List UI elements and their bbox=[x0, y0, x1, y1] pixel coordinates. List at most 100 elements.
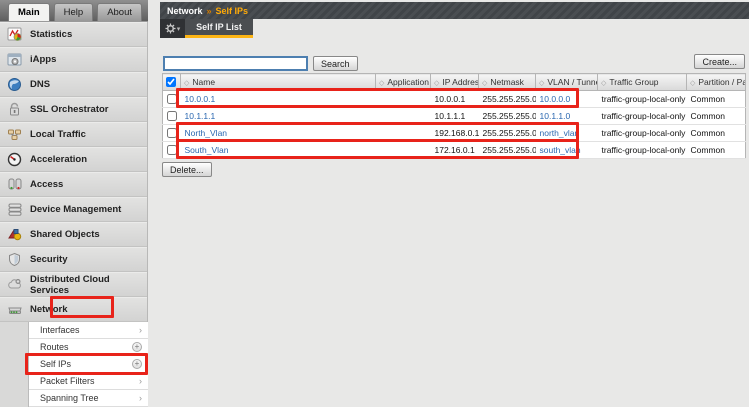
sidebar-item-label: Acceleration bbox=[30, 154, 88, 165]
sidebar-item-label: Statistics bbox=[30, 29, 73, 40]
ip-address-cell: 172.16.0.1 bbox=[430, 141, 479, 159]
self-ip-table: ◇Name ◇Application ◇IP Address ◇Netmask … bbox=[162, 73, 746, 159]
application-cell bbox=[375, 107, 431, 125]
submenu-item-label: Routes bbox=[40, 342, 69, 352]
column-header-traffic-group[interactable]: ◇ Traffic Group bbox=[597, 73, 687, 91]
submenu-item-routes[interactable]: Routes + bbox=[29, 339, 148, 356]
application-cell bbox=[375, 124, 431, 142]
column-header-name[interactable]: ◇ Name bbox=[180, 73, 376, 91]
sidebar-item-label: Distributed Cloud Services bbox=[30, 273, 110, 296]
tab-about[interactable]: About bbox=[97, 3, 143, 21]
create-button[interactable]: Create... bbox=[694, 54, 745, 69]
self-ip-name-link[interactable]: 10.1.1.1 bbox=[185, 111, 216, 121]
sort-icon: ◇ bbox=[601, 80, 607, 87]
sidebar-item-label: Local Traffic bbox=[30, 129, 86, 140]
vlan-link[interactable]: south_vlan bbox=[540, 145, 581, 155]
sort-icon: ◇ bbox=[690, 80, 696, 87]
submenu-item-self-ips[interactable]: Self IPs + bbox=[29, 356, 148, 373]
sidebar-item-acceleration[interactable]: Acceleration bbox=[0, 147, 147, 172]
local-traffic-icon bbox=[8, 129, 21, 140]
network-submenu: Interfaces › Routes + Self IPs + Packet … bbox=[28, 322, 148, 407]
submenu-item-label: Packet Filters bbox=[40, 376, 95, 386]
submenu-item-packet-filters[interactable]: Packet Filters › bbox=[29, 373, 148, 390]
page-options-button[interactable]: ▾ bbox=[160, 19, 185, 38]
sidebar-item-ssl-orchestrator[interactable]: SSL Orchestrator bbox=[0, 97, 147, 122]
breadcrumb-page: Self IPs bbox=[215, 5, 249, 16]
row-checkbox[interactable] bbox=[167, 94, 177, 105]
add-route-icon[interactable]: + bbox=[132, 342, 142, 352]
chevron-right-icon: › bbox=[139, 376, 142, 386]
table-row: 10.0.0.1 10.0.0.1 255.255.255.0 10.0.0.0… bbox=[162, 90, 746, 108]
ip-address-cell: 10.1.1.1 bbox=[430, 107, 479, 125]
vlan-link[interactable]: north_vlan bbox=[540, 128, 580, 138]
row-checkbox[interactable] bbox=[167, 145, 177, 156]
traffic-group-cell: traffic-group-local-only bbox=[597, 141, 687, 159]
partition-cell: Common bbox=[686, 90, 746, 108]
partition-cell: Common bbox=[686, 141, 746, 159]
table-row: 10.1.1.1 10.1.1.1 255.255.255.0 10.1.1.0… bbox=[162, 107, 746, 125]
column-header-vlan-tunnel[interactable]: ◇ VLAN / Tunnel bbox=[535, 73, 598, 91]
netmask-cell: 255.255.255.0 bbox=[478, 107, 536, 125]
sidebar-item-security[interactable]: Security bbox=[0, 247, 147, 272]
tab-main[interactable]: Main bbox=[8, 3, 50, 21]
delete-button[interactable]: Delete... bbox=[162, 162, 212, 177]
sort-icon: ◇ bbox=[434, 80, 440, 87]
sidebar-item-statistics[interactable]: Statistics bbox=[0, 22, 147, 47]
column-header-partition-path[interactable]: ◇Partition / Path bbox=[686, 73, 746, 91]
sidebar-item-shared-objects[interactable]: Shared Objects bbox=[0, 222, 147, 247]
add-self-ip-icon[interactable]: + bbox=[132, 359, 142, 369]
tab-help[interactable]: Help bbox=[53, 3, 94, 21]
sidebar-item-network[interactable]: Network bbox=[0, 297, 147, 322]
breadcrumb: Network » Self IPs bbox=[160, 2, 749, 19]
sidebar-item-iapps[interactable]: iApps bbox=[0, 47, 147, 72]
dns-icon bbox=[8, 78, 21, 91]
self-ip-name-link[interactable]: North_Vlan bbox=[185, 128, 228, 138]
breadcrumb-section: Network bbox=[167, 5, 203, 16]
gear-icon bbox=[165, 23, 176, 34]
sidebar-item-label: SSL Orchestrator bbox=[30, 104, 109, 115]
row-checkbox[interactable] bbox=[167, 128, 177, 139]
self-ip-name-link[interactable]: South_Vlan bbox=[185, 145, 229, 155]
iapps-icon bbox=[7, 53, 22, 66]
submenu-item-label: Spanning Tree bbox=[40, 393, 99, 403]
sidebar-item-local-traffic[interactable]: Local Traffic bbox=[0, 122, 147, 147]
sidebar-item-label: Access bbox=[30, 179, 64, 190]
submenu-item-spanning-tree[interactable]: Spanning Tree › bbox=[29, 390, 148, 407]
security-icon bbox=[9, 252, 20, 267]
partition-cell: Common bbox=[686, 124, 746, 142]
chevron-down-icon: ▾ bbox=[176, 25, 181, 33]
sidebar-item-distributed-cloud-services[interactable]: Distributed Cloud Services bbox=[0, 272, 147, 297]
sort-icon: ◇ bbox=[379, 80, 385, 87]
application-cell bbox=[375, 141, 431, 159]
subtab-bar: ▾ Self IP List bbox=[160, 19, 253, 38]
traffic-group-cell: traffic-group-local-only bbox=[597, 90, 687, 108]
application-cell bbox=[375, 90, 431, 108]
column-header-ip-address[interactable]: ◇IP Address bbox=[430, 73, 479, 91]
tab-self-ip-list[interactable]: Self IP List bbox=[185, 19, 253, 38]
partition-cell: Common bbox=[686, 107, 746, 125]
vlan-link[interactable]: 10.1.1.0 bbox=[540, 111, 571, 121]
sidebar-item-label: Device Management bbox=[30, 204, 122, 215]
ssl-orchestrator-icon bbox=[10, 102, 19, 116]
select-all-checkbox[interactable] bbox=[166, 77, 176, 88]
ip-address-cell: 10.0.0.1 bbox=[430, 90, 479, 108]
search-input[interactable] bbox=[163, 56, 308, 71]
cloud-icon bbox=[8, 279, 21, 289]
chevron-right-icon: › bbox=[139, 325, 142, 335]
sidebar-item-dns[interactable]: DNS bbox=[0, 72, 147, 97]
top-tab-bar: Main Help About bbox=[0, 0, 148, 22]
sidebar-item-label: DNS bbox=[30, 79, 51, 90]
self-ip-name-link[interactable]: 10.0.0.1 bbox=[185, 94, 216, 104]
vlan-link[interactable]: 10.0.0.0 bbox=[540, 94, 571, 104]
row-checkbox[interactable] bbox=[167, 111, 177, 122]
sidebar-item-label: Shared Objects bbox=[30, 229, 100, 240]
column-header-netmask[interactable]: ◇ Netmask bbox=[478, 73, 536, 91]
search-button[interactable]: Search bbox=[313, 56, 358, 71]
access-icon bbox=[8, 178, 22, 190]
submenu-item-interfaces[interactable]: Interfaces › bbox=[29, 322, 148, 339]
ip-address-cell: 192.168.0.1 bbox=[430, 124, 479, 142]
breadcrumb-separator-icon: » bbox=[206, 5, 212, 16]
sidebar-item-device-management[interactable]: Device Management bbox=[0, 197, 147, 222]
column-header-application[interactable]: ◇ Application bbox=[375, 73, 431, 91]
sidebar-item-access[interactable]: Access bbox=[0, 172, 147, 197]
